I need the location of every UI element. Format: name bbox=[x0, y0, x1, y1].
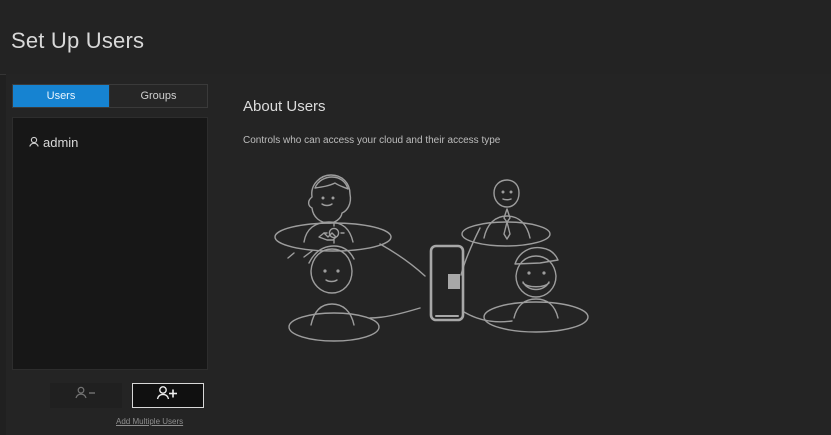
user-icon bbox=[28, 136, 40, 148]
user-list: admin bbox=[12, 117, 208, 370]
about-title: About Users bbox=[243, 98, 326, 115]
user-list-item-admin[interactable]: admin bbox=[28, 134, 78, 150]
users-illustration bbox=[274, 174, 589, 342]
connector-left-bottom bbox=[369, 307, 421, 319]
user-group-tabs: Users Groups bbox=[12, 84, 208, 108]
man-cap-figure bbox=[513, 246, 559, 319]
illustration-group bbox=[274, 174, 589, 342]
connector-left-top bbox=[379, 243, 426, 277]
gear-decoration-icon bbox=[328, 227, 340, 239]
add-user-button[interactable] bbox=[132, 383, 204, 408]
add-multiple-users-link[interactable]: Add Multiple Users bbox=[116, 417, 183, 426]
user-name: admin bbox=[43, 134, 79, 150]
left-bottom-ring bbox=[288, 312, 380, 342]
connector-right-bottom bbox=[463, 311, 513, 323]
title-bar: Set Up Users bbox=[0, 0, 831, 75]
man-tie-figure bbox=[483, 179, 531, 240]
about-description: Controls who can access your cloud and t… bbox=[243, 135, 501, 146]
user-action-bar bbox=[50, 383, 210, 410]
tab-users[interactable]: Users bbox=[13, 85, 110, 107]
right-bottom-ring bbox=[483, 301, 589, 333]
remove-user-icon bbox=[74, 386, 98, 405]
about-users-panel: About Users Controls who can access your… bbox=[218, 82, 827, 432]
device-screen bbox=[448, 274, 460, 289]
app-frame: Set Up Users Users Groups admin Add Mult… bbox=[0, 0, 831, 435]
add-user-icon bbox=[155, 385, 181, 406]
remove-user-button[interactable] bbox=[50, 383, 122, 408]
page-title: Set Up Users bbox=[11, 28, 145, 53]
tab-groups[interactable]: Groups bbox=[110, 85, 207, 107]
woman-figure bbox=[303, 174, 354, 243]
